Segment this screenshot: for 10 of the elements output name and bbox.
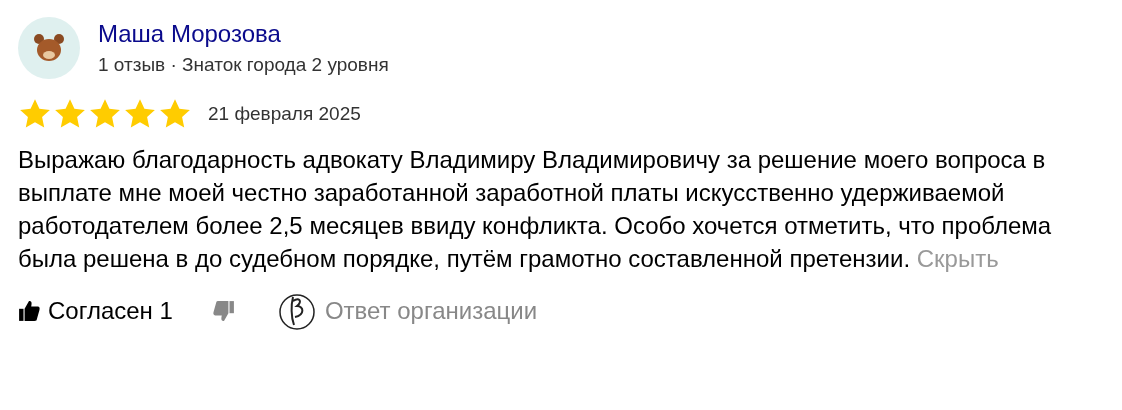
- review-date: 21 февраля 2025: [208, 103, 361, 125]
- dislike-icon[interactable]: [212, 300, 235, 322]
- author-name[interactable]: Маша Морозова: [98, 20, 389, 48]
- avatar-icon: [18, 17, 80, 79]
- like-button[interactable]: Согласен 1: [18, 297, 173, 325]
- thumbs-up-icon: [18, 300, 40, 322]
- organization-reply-link[interactable]: Ответ организации: [324, 297, 538, 325]
- review-text: Выражаю благодарность адвокату Владимиру Владимировичу за решение моего вопроса в выплате мне моей честно заработанной заработной платы искусственно удерживаемой работодателем более 2,5 месяцев ввиду конфликта. Особо хочется отметить, что проблема была решена в до судебном порядке, путём грамотно составленной претензии. Скрыть: [18, 145, 1053, 274]
- author-meta: 1 отзыв · Знаток города 2 уровня: [98, 54, 389, 76]
- organization-logo-icon: [276, 291, 317, 331]
